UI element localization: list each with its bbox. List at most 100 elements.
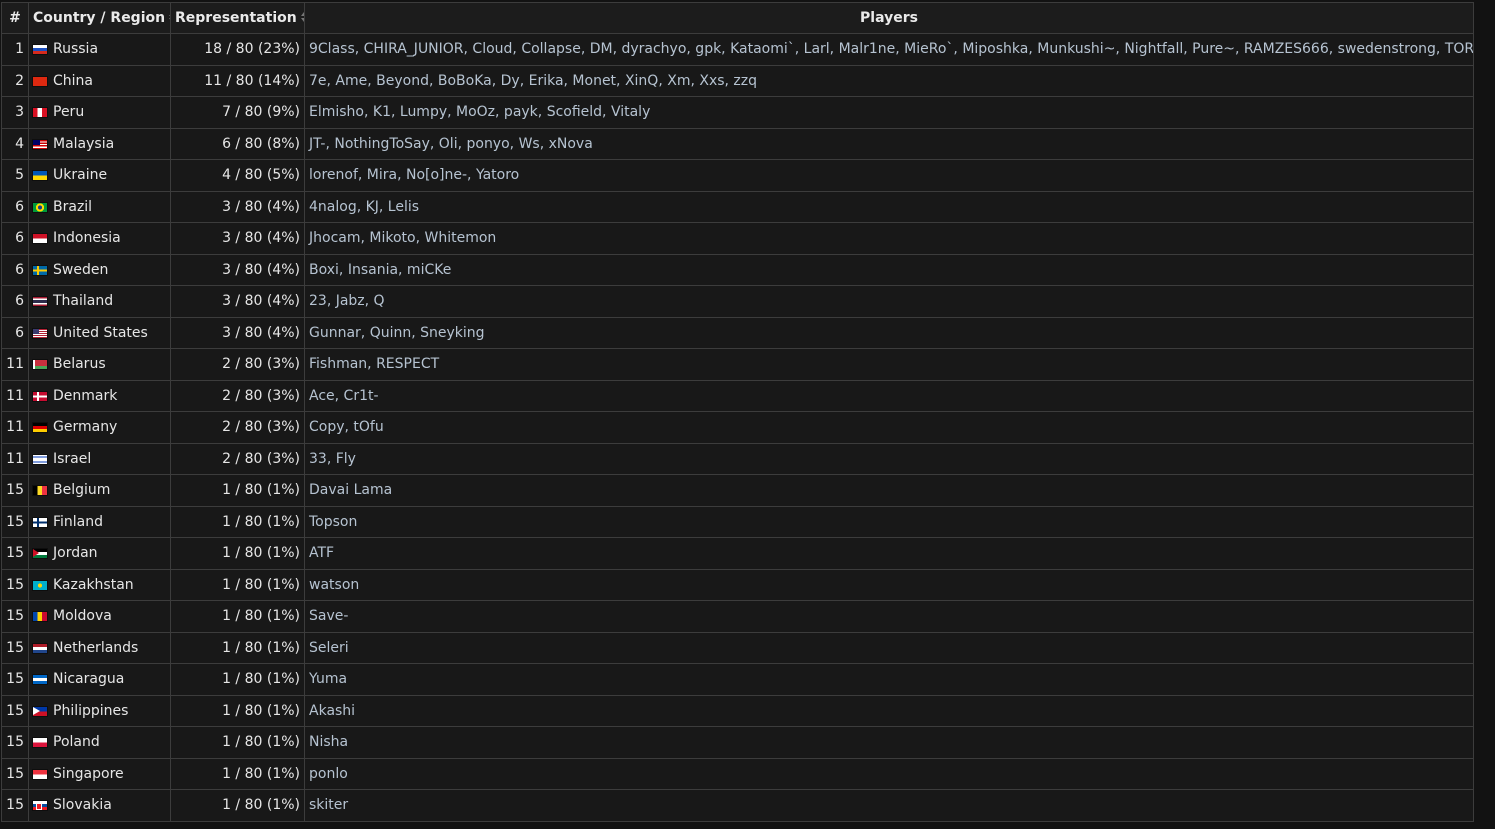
table-row: 6 United States 3 / 80 (4%) Gunnar, Quinn, … [1, 316, 1474, 349]
finland-flag-icon [33, 517, 47, 527]
rank-cell: 4 [1, 127, 29, 160]
rank-cell: 11 [1, 411, 29, 444]
players-cell[interactable]: Jhocam, Mikoto, Whitemon [304, 222, 1474, 255]
table-row: 15 Moldova 1 / 80 (1%) Save- [1, 600, 1474, 633]
denmark-flag-icon [33, 391, 47, 401]
representation-cell: 3 / 80 (4%) [170, 222, 305, 255]
country-cell: Peru [28, 96, 171, 129]
country-name: Poland [53, 734, 100, 751]
players-cell[interactable]: Fishman, RESPECT [304, 348, 1474, 381]
sort-icon[interactable] [300, 12, 304, 22]
country-cell: Israel [28, 442, 171, 475]
table-row: 15 Singapore 1 / 80 (1%) ponlo [1, 757, 1474, 790]
country-name: Belgium [53, 482, 111, 499]
country-cell: Moldova [28, 600, 171, 633]
table-row: 11 Denmark 2 / 80 (3%) Ace, Cr1t- [1, 379, 1474, 412]
players-cell[interactable]: Yuma [304, 663, 1474, 696]
players-header-label: Players [860, 10, 918, 26]
representation-cell: 2 / 80 (3%) [170, 379, 305, 412]
players-cell[interactable]: 7e, Ame, Beyond, BoBoKa, Dy, Erika, Mone… [304, 64, 1474, 97]
table-row: 15 Netherlands 1 / 80 (1%) Seleri [1, 631, 1474, 664]
thailand-flag-icon [33, 297, 47, 307]
rank-cell: 5 [1, 159, 29, 192]
players-cell[interactable]: 9Class, CHIRA_JUNIOR, Cloud, Collapse, D… [304, 33, 1474, 66]
representation-cell: 1 / 80 (1%) [170, 631, 305, 664]
players-cell[interactable]: 23, Jabz, Q [304, 285, 1474, 318]
country-name: Sweden [53, 261, 109, 278]
players-cell[interactable]: 4nalog, KJ, Lelis [304, 190, 1474, 223]
players-cell[interactable]: watson [304, 568, 1474, 601]
players-cell[interactable]: Gunnar, Quinn, Sneyking [304, 316, 1474, 349]
nicaragua-flag-icon [33, 675, 47, 685]
representation-cell: 11 / 80 (14%) [170, 64, 305, 97]
players-cell[interactable]: skiter [304, 789, 1474, 822]
players-cell[interactable]: JT-, NothingToSay, Oli, ponyo, Ws, xNova [304, 127, 1474, 160]
players-cell[interactable]: ponlo [304, 757, 1474, 790]
china-flag-icon [33, 76, 47, 86]
players-cell[interactable]: Copy, tOfu [304, 411, 1474, 444]
players-cell[interactable]: Save- [304, 600, 1474, 633]
country-name: China [53, 72, 93, 89]
country-cell: Poland [28, 726, 171, 759]
indonesia-flag-icon [33, 234, 47, 244]
rank-cell: 15 [1, 568, 29, 601]
table-row: 6 Sweden 3 / 80 (4%) Boxi, Insania, miCKe [1, 253, 1474, 286]
country-cell: Finland [28, 505, 171, 538]
players-cell[interactable]: Seleri [304, 631, 1474, 664]
country-column-header[interactable]: Country / Region [28, 2, 171, 34]
representation-column-header[interactable]: Representation [170, 2, 305, 34]
rank-column-header: # [1, 2, 29, 34]
representation-header-label: Representation [175, 10, 297, 26]
players-cell[interactable]: Akashi [304, 694, 1474, 727]
table-body: 1 Russia 18 / 80 (23%) 9Class, CHIRA_JUNIOR… [1, 33, 1474, 822]
country-cell: Malaysia [28, 127, 171, 160]
israel-flag-icon [33, 454, 47, 464]
table-row: 4 Malaysia 6 / 80 (8%) JT-, NothingToSay, O… [1, 127, 1474, 160]
country-name: Malaysia [53, 135, 115, 152]
country-cell: Thailand [28, 285, 171, 318]
malaysia-flag-icon [33, 139, 47, 149]
table-row: 15 Belgium 1 / 80 (1%) Davai Lama [1, 474, 1474, 507]
players-cell[interactable]: Nisha [304, 726, 1474, 759]
country-cell: Nicaragua [28, 663, 171, 696]
netherlands-flag-icon [33, 643, 47, 653]
players-cell[interactable]: Ace, Cr1t- [304, 379, 1474, 412]
players-cell[interactable]: Boxi, Insania, miCKe [304, 253, 1474, 286]
players-cell[interactable]: 33, Fly [304, 442, 1474, 475]
slovakia-flag-icon [33, 801, 47, 811]
country-cell: Belgium [28, 474, 171, 507]
country-name: Nicaragua [53, 671, 125, 688]
table-row: 15 Kazakhstan 1 / 80 (1%) watson [1, 568, 1474, 601]
representation-cell: 1 / 80 (1%) [170, 505, 305, 538]
representation-cell: 1 / 80 (1%) [170, 726, 305, 759]
country-name: Netherlands [53, 639, 139, 656]
table-row: 11 Belarus 2 / 80 (3%) Fishman, RESPECT [1, 348, 1474, 381]
table-row: 15 Philippines 1 / 80 (1%) Akashi [1, 694, 1474, 727]
rank-cell: 15 [1, 663, 29, 696]
players-cell[interactable]: ATF [304, 537, 1474, 570]
players-cell[interactable]: lorenof, Mira, No[o]ne-, Yatoro [304, 159, 1474, 192]
country-name: Slovakia [53, 797, 112, 814]
rank-cell: 6 [1, 222, 29, 255]
rank-cell: 11 [1, 442, 29, 475]
representation-cell: 3 / 80 (4%) [170, 316, 305, 349]
country-name: Peru [53, 104, 85, 121]
representation-cell: 4 / 80 (5%) [170, 159, 305, 192]
rank-cell: 15 [1, 757, 29, 790]
rank-cell: 15 [1, 694, 29, 727]
representation-cell: 1 / 80 (1%) [170, 757, 305, 790]
table-row: 2 China 11 / 80 (14%) 7e, Ame, Beyond, BoBo… [1, 64, 1474, 97]
rank-cell: 2 [1, 64, 29, 97]
jordan-flag-icon [33, 549, 47, 559]
rank-cell: 15 [1, 631, 29, 664]
country-header-label: Country / Region [33, 10, 166, 26]
country-cell: Slovakia [28, 789, 171, 822]
players-cell[interactable]: Topson [304, 505, 1474, 538]
representation-cell: 1 / 80 (1%) [170, 694, 305, 727]
representation-cell: 2 / 80 (3%) [170, 411, 305, 444]
rank-header-label: # [9, 10, 21, 26]
players-cell[interactable]: Elmisho, K1, Lumpy, MoOz, payk, Scofield… [304, 96, 1474, 129]
belarus-flag-icon [33, 360, 47, 370]
country-name: Denmark [53, 387, 118, 404]
players-cell[interactable]: Davai Lama [304, 474, 1474, 507]
